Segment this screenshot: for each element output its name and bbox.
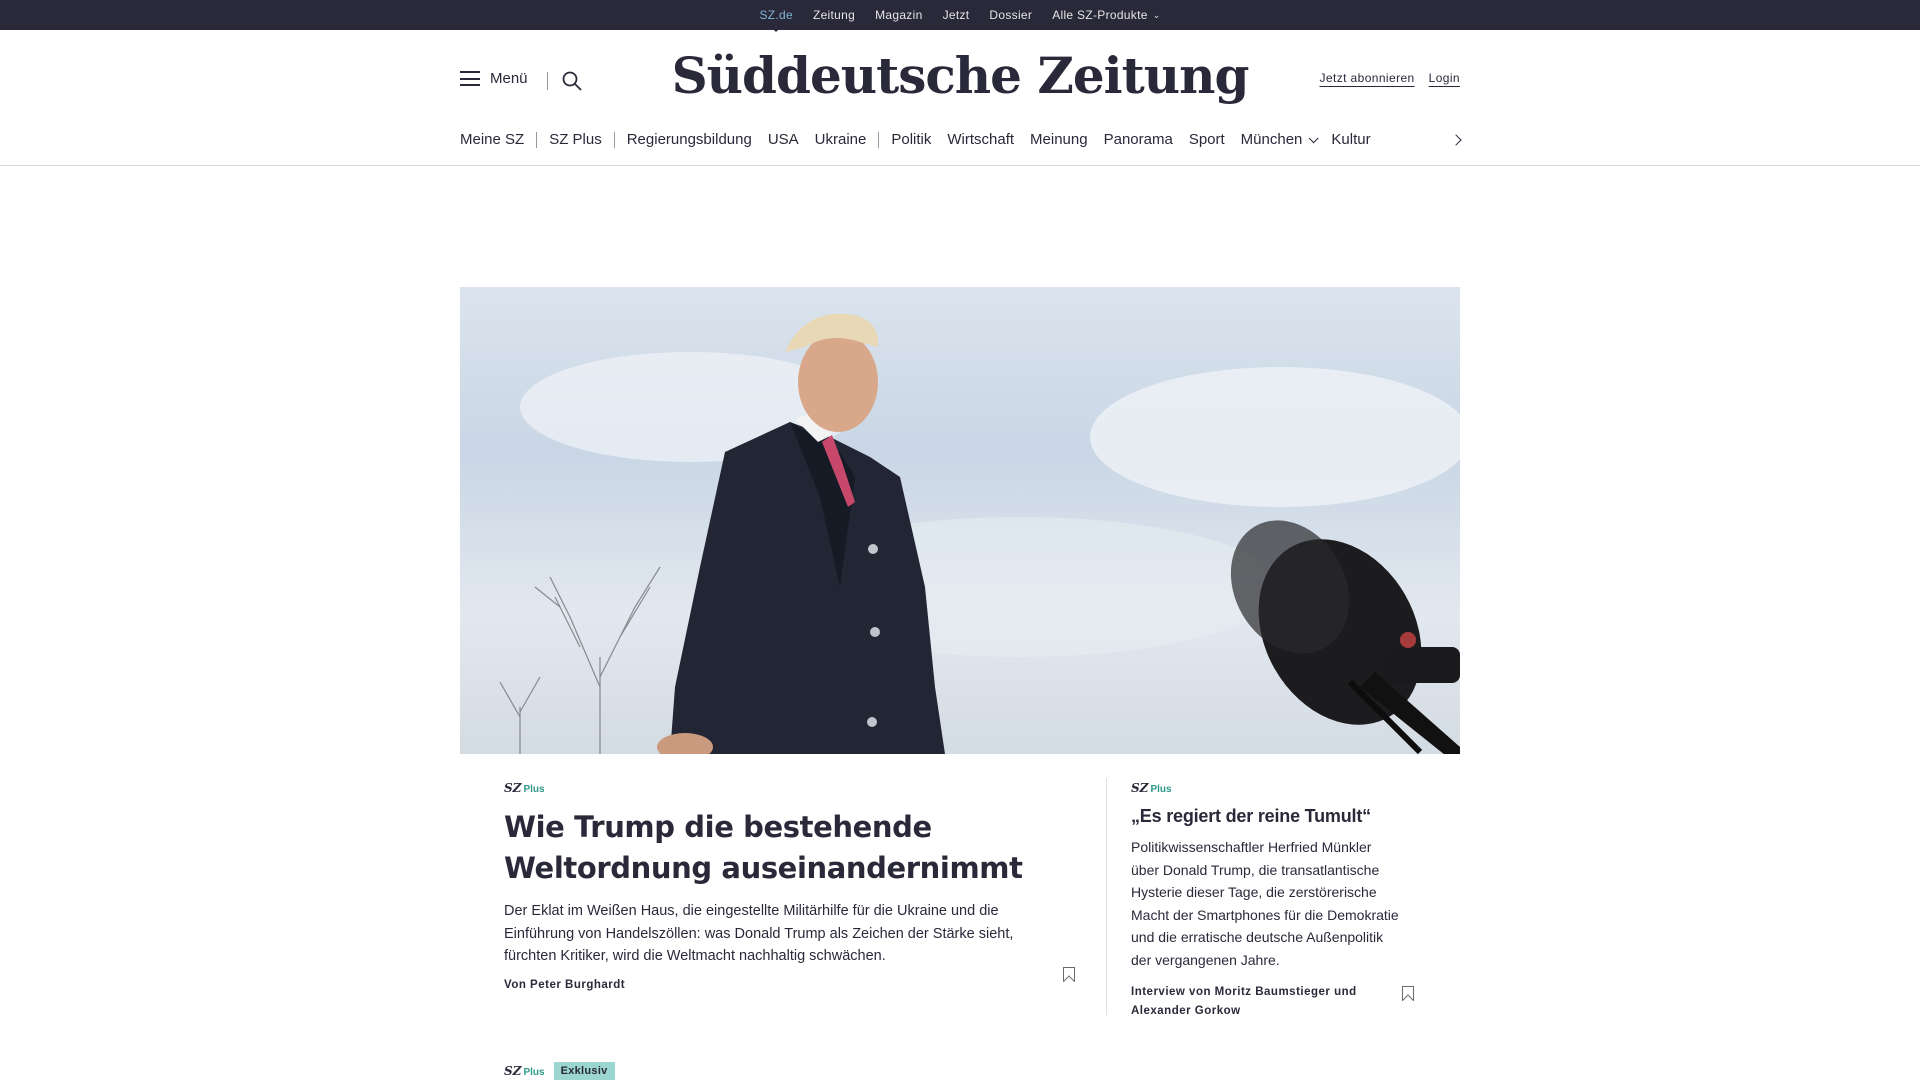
topbar-link-magazin[interactable]: Magazin xyxy=(875,8,922,22)
card-divider xyxy=(1106,778,1107,1015)
nav-muenchen-label: München xyxy=(1240,131,1303,148)
sz-plus-logo-plus: Plus xyxy=(523,784,545,795)
chevron-down-icon xyxy=(1309,133,1319,144)
topbar-link-alle-produkte[interactable]: Alle SZ-Produkte ⌄ xyxy=(1052,8,1160,22)
lead-teaser: Der Eklat im Weißen Haus, die eingestell… xyxy=(504,903,1014,964)
nav-item-ukraine[interactable]: Ukraine xyxy=(815,131,867,148)
topbar-link-zeitung[interactable]: Zeitung xyxy=(813,8,855,22)
subscribe-link[interactable]: Jetzt abonnieren xyxy=(1319,71,1414,85)
side-article[interactable]: SZ Plus „Es regiert der reine Tumult“ Po… xyxy=(1131,779,1401,1021)
nav-divider xyxy=(878,131,880,148)
nav-item-politik[interactable]: Politik xyxy=(891,131,931,148)
chevron-down-icon: ⌄ xyxy=(1152,10,1161,20)
lead-headline[interactable]: Wie Trump die bestehende Weltordnung aus… xyxy=(504,807,1064,889)
bookmark-icon[interactable] xyxy=(1402,986,1414,1001)
chevron-right-icon[interactable] xyxy=(1451,133,1465,147)
sz-plus-logo: SZ Plus xyxy=(504,1064,545,1078)
main-navigation: Meine SZ SZ Plus Regierungsbildung USA U… xyxy=(460,131,1371,148)
nav-item-meine-sz[interactable]: Meine SZ xyxy=(460,131,524,148)
site-logo[interactable]: Süddeutsche Zeitung xyxy=(0,46,1920,105)
topbar-link-szde[interactable]: SZ.de xyxy=(759,8,793,22)
exklusiv-badge: Exklusiv xyxy=(553,1062,615,1080)
account-links: Jetzt abonnieren Login xyxy=(1319,71,1460,85)
login-link[interactable]: Login xyxy=(1429,71,1460,85)
side-headline[interactable]: „Es regiert der reine Tumult“ xyxy=(1131,806,1401,827)
sz-plus-logo: SZ Plus xyxy=(504,781,545,795)
topbar-link-jetzt[interactable]: Jetzt xyxy=(943,8,970,22)
sz-plus-logo-plus: Plus xyxy=(1150,784,1172,795)
nav-item-sz-plus[interactable]: SZ Plus xyxy=(549,131,602,148)
topbar-link-dossier[interactable]: Dossier xyxy=(989,8,1032,22)
nav-divider xyxy=(536,131,538,148)
nav-item-kultur[interactable]: Kultur xyxy=(1331,131,1370,148)
sz-plus-logo-plus: Plus xyxy=(523,1067,545,1078)
nav-item-muenchen[interactable]: München xyxy=(1240,131,1319,148)
hero-image[interactable] xyxy=(460,287,1460,754)
nav-divider xyxy=(613,131,615,148)
bookmark-icon[interactable] xyxy=(1063,967,1075,982)
side-teaser: Politikwissenschaftler Herfried Münkler … xyxy=(1131,839,1399,968)
nav-item-panorama[interactable]: Panorama xyxy=(1104,131,1173,148)
nav-item-wirtschaft[interactable]: Wirtschaft xyxy=(947,131,1014,148)
sz-plus-logo-sz: SZ xyxy=(504,1064,522,1078)
lead-article[interactable]: SZ Plus Wie Trump die bestehende Weltord… xyxy=(504,779,1064,991)
sz-plus-logo-sz: SZ xyxy=(504,781,522,795)
side-byline: Interview von Moritz Baumstieger und Ale… xyxy=(1131,986,1357,1017)
topbar-alle-produkte-label: Alle SZ-Produkte xyxy=(1052,8,1148,22)
hero-illustration xyxy=(499,313,1460,754)
nav-item-usa[interactable]: USA xyxy=(768,131,799,148)
nav-item-sport[interactable]: Sport xyxy=(1189,131,1225,148)
site-header: Menü Süddeutsche Zeitung Jetzt abonniere… xyxy=(0,30,1920,166)
teaser-cards: SZ Plus Wie Trump die bestehende Weltord… xyxy=(480,754,1440,1080)
sz-plus-logo: SZ Plus xyxy=(1131,781,1172,795)
sz-plus-logo-sz: SZ xyxy=(1131,781,1149,795)
nav-item-meinung[interactable]: Meinung xyxy=(1030,131,1088,148)
next-article-strip[interactable]: SZ Plus Exklusiv xyxy=(504,1062,615,1080)
nav-item-regierungsbildung[interactable]: Regierungsbildung xyxy=(627,131,752,148)
top-product-bar: SZ.de Zeitung Magazin Jetzt Dossier Alle… xyxy=(0,0,1920,30)
lead-byline: Von Peter Burghardt xyxy=(504,978,626,991)
